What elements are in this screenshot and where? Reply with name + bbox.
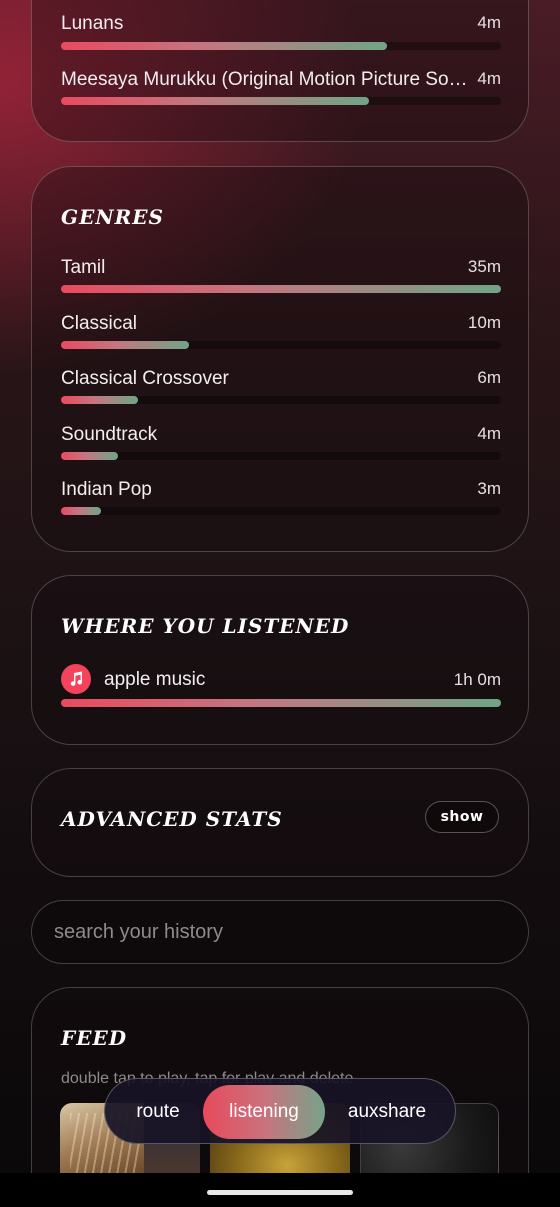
source-time: 1h 0m <box>453 670 501 689</box>
show-advanced-button[interactable]: show <box>425 801 499 833</box>
genre-row[interactable]: Soundtrack 4m <box>61 424 501 464</box>
genre-time: 35m <box>467 257 501 276</box>
nav-item-listening[interactable]: listening <box>203 1085 325 1139</box>
track-progress-track <box>61 42 501 50</box>
genre-time: 10m <box>467 313 501 332</box>
source-row[interactable]: apple music 1h 0m <box>61 664 501 710</box>
genre-row[interactable]: Classical 10m <box>61 313 501 353</box>
track-time: 4m <box>477 13 501 32</box>
genre-time: 4m <box>477 424 501 443</box>
genres-title: GENRES <box>61 205 164 229</box>
genre-progress-fill <box>61 396 138 404</box>
genre-progress-track <box>61 452 501 460</box>
genre-row[interactable]: Tamil 35m <box>61 257 501 297</box>
nav-label: route <box>136 1101 180 1122</box>
track-row[interactable]: Meesaya Murukku (Original Motion Picture… <box>61 69 501 109</box>
bottom-nav: route listening auxshare <box>104 1078 456 1144</box>
track-progress-track <box>61 97 501 105</box>
advanced-stats-card: ADVANCED STATS show <box>31 768 529 877</box>
where-listened-card: WHERE YOU LISTENED apple music 1h 0m <box>31 575 529 745</box>
genre-time: 6m <box>477 368 501 387</box>
genre-label: Indian Pop <box>61 479 152 500</box>
genre-progress-track <box>61 285 501 293</box>
source-label: apple music <box>104 669 206 690</box>
genre-progress-fill <box>61 341 189 349</box>
genre-progress-track <box>61 507 501 515</box>
genre-progress-fill <box>61 507 101 515</box>
genre-time: 3m <box>477 479 501 498</box>
source-progress-fill <box>61 699 501 707</box>
genre-label: Classical <box>61 313 138 334</box>
track-label: Meesaya Murukku (Original Motion Picture… <box>61 69 468 90</box>
where-listened-title: WHERE YOU LISTENED <box>61 614 350 638</box>
genre-row[interactable]: Indian Pop 3m <box>61 479 501 519</box>
nav-label: auxshare <box>347 1101 427 1122</box>
nav-label: listening <box>229 1101 299 1122</box>
source-progress-track <box>61 699 501 707</box>
genre-progress-fill <box>61 452 119 460</box>
genre-progress-track <box>61 341 501 349</box>
top-tracks-card: Lunans 4m Meesaya Murukku (Original Moti… <box>31 0 529 142</box>
genre-label: Tamil <box>61 257 106 278</box>
nav-item-route[interactable]: route <box>113 1085 203 1139</box>
apple-music-icon <box>61 664 91 694</box>
genre-progress-track <box>61 396 501 404</box>
genre-label: Soundtrack <box>61 424 158 445</box>
search-bar <box>31 900 529 964</box>
genre-row[interactable]: Classical Crossover 6m <box>61 368 501 408</box>
nav-item-auxshare[interactable]: auxshare <box>331 1085 443 1139</box>
track-row[interactable]: Lunans 4m <box>61 13 501 53</box>
track-progress-fill <box>61 97 369 105</box>
track-progress-fill <box>61 42 387 50</box>
search-input[interactable] <box>54 901 494 963</box>
track-time: 4m <box>477 69 501 88</box>
genre-progress-fill <box>61 285 501 293</box>
advanced-stats-title: ADVANCED STATS <box>61 807 283 831</box>
feed-title: FEED <box>61 1026 128 1050</box>
music-note-icon <box>70 671 83 686</box>
track-label: Lunans <box>61 13 124 34</box>
genre-label: Classical Crossover <box>61 368 229 389</box>
genres-card: GENRES Tamil 35m Classical 10m Classical… <box>31 166 529 552</box>
home-indicator[interactable] <box>207 1190 353 1195</box>
